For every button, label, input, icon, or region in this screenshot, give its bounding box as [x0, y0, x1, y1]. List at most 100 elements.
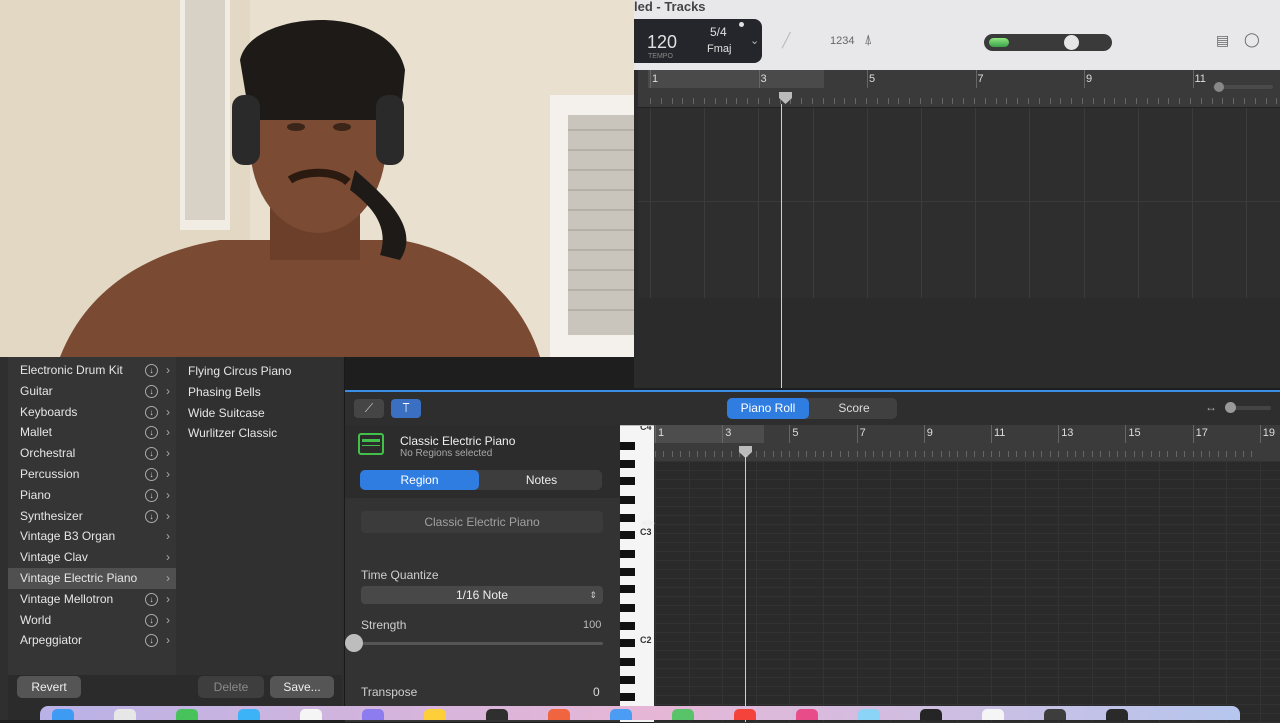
black-key[interactable] [620, 442, 635, 450]
black-key[interactable] [620, 658, 635, 666]
dock-app-icon[interactable] [300, 709, 322, 720]
black-key[interactable] [620, 477, 635, 485]
zoom-knob[interactable] [1214, 82, 1224, 92]
dock-app-icon[interactable] [52, 709, 74, 720]
loop-browser-icon[interactable]: ◯ [1244, 31, 1260, 48]
download-icon[interactable]: ↓ [145, 468, 158, 481]
download-icon[interactable]: ↓ [145, 634, 158, 648]
dock-app-icon[interactable] [734, 709, 756, 720]
notepad-icon[interactable]: ▤ [1216, 32, 1229, 49]
download-icon[interactable]: ↓ [145, 509, 158, 523]
tuner-icon[interactable]: ╱ [782, 32, 790, 49]
dock-app-icon[interactable] [610, 709, 632, 720]
library-category-item[interactable]: Mallet ↓ › [8, 422, 176, 443]
black-key[interactable] [620, 604, 635, 612]
black-key[interactable] [620, 531, 635, 539]
ruler-minor-tick [1200, 98, 1202, 104]
library-category-item[interactable]: Guitar ↓ › [8, 381, 176, 402]
tracks-ruler[interactable]: 1 3 5 7 9 11 [638, 70, 1280, 108]
library-preset-item[interactable]: Wurlitzer Classic [188, 426, 277, 440]
library-category-item[interactable]: Vintage Electric Piano › [8, 568, 176, 589]
ruler-minor-tick [1150, 451, 1152, 457]
download-icon[interactable]: ↓ [145, 488, 158, 502]
dock-app-icon[interactable] [486, 709, 508, 720]
dock-app-icon[interactable] [920, 709, 942, 720]
dock-app-icon[interactable] [176, 709, 198, 720]
dock-app-icon[interactable] [672, 709, 694, 720]
download-icon[interactable]: ↓ [145, 592, 158, 606]
ruler-minor-tick [1146, 98, 1148, 104]
download-icon[interactable]: ↓ [145, 447, 158, 461]
black-key[interactable] [620, 676, 635, 684]
time-quantize-select[interactable]: 1/16 Note ⇕ [361, 586, 603, 604]
master-volume-knob[interactable] [1064, 35, 1079, 50]
library-category-item[interactable]: Vintage Clav › [8, 547, 176, 568]
piano-keyboard[interactable]: C4 C3 C2 [620, 422, 654, 722]
dock-app-icon[interactable] [424, 709, 446, 720]
strength-knob[interactable] [345, 634, 363, 652]
dock-app-icon[interactable] [238, 709, 260, 720]
strength-slider[interactable] [361, 642, 603, 645]
black-key[interactable] [620, 585, 635, 593]
tab-piano-roll[interactable]: Piano Roll [727, 398, 809, 419]
lcd-display[interactable]: 120 TEMPO 5/4 Fmaj ⌄ [634, 19, 762, 63]
black-key[interactable] [620, 514, 635, 522]
delete-button[interactable]: Delete [198, 676, 264, 698]
library-category-item[interactable]: Orchestral ↓ › [8, 443, 176, 464]
download-icon[interactable]: ↓ [145, 613, 158, 627]
master-volume-slider[interactable] [984, 34, 1112, 51]
library-category-item[interactable]: Percussion ↓ › [8, 464, 176, 485]
library-category-item[interactable]: Vintage B3 Organ › [8, 526, 176, 547]
pencil-tool-icon[interactable]: ⟋ [354, 399, 384, 418]
tab-notes[interactable]: Notes [481, 470, 602, 490]
library-category-item[interactable]: Vintage Mellotron ↓ › [8, 589, 176, 610]
dock-app-icon[interactable] [982, 709, 1004, 720]
library-category-item[interactable]: World ↓ › [8, 610, 176, 631]
dock-app-icon[interactable] [548, 709, 570, 720]
library-preset-item[interactable]: Flying Circus Piano [188, 364, 291, 378]
transpose-value[interactable]: 0 [593, 685, 600, 699]
inspector-tabs[interactable]: Region Notes [360, 470, 602, 490]
piano-roll-grid[interactable] [654, 461, 1280, 723]
region-name-field[interactable]: Classic Electric Piano [361, 511, 603, 533]
snap-tool-icon[interactable]: ⟙ [391, 399, 421, 418]
black-key[interactable] [620, 622, 635, 630]
download-icon[interactable]: ↓ [145, 405, 158, 419]
save-button[interactable]: Save... [270, 676, 334, 698]
black-key[interactable] [620, 639, 635, 647]
count-in-button[interactable]: 1234 [830, 35, 854, 47]
black-key[interactable] [620, 693, 635, 701]
tab-region[interactable]: Region [360, 470, 479, 490]
metronome-icon[interactable]: ⍋ [864, 31, 872, 48]
chevron-down-icon[interactable]: ⌄ [750, 34, 759, 47]
library-preset-item[interactable]: Wide Suitcase [188, 406, 265, 420]
revert-button[interactable]: Revert [17, 676, 81, 698]
library-category-item[interactable]: Piano ↓ › [8, 485, 176, 506]
library-preset-item[interactable]: Phasing Bells [188, 385, 261, 399]
library-category-item[interactable]: Electronic Drum Kit ↓ › [8, 360, 176, 381]
download-icon[interactable]: ↓ [145, 384, 158, 398]
library-category-item[interactable]: Arpeggiator ↓ › [8, 630, 176, 651]
dock-app-icon[interactable] [114, 709, 136, 720]
dock-app-icon[interactable] [362, 709, 384, 720]
dock-app-icon[interactable] [1106, 709, 1128, 720]
library-category-item[interactable]: Synthesizer ↓ › [8, 506, 176, 527]
dock-app-icon[interactable] [1044, 709, 1066, 720]
horizontal-zoom-knob[interactable] [1225, 402, 1236, 413]
key-signature[interactable]: Fmaj [707, 43, 731, 55]
dock-app-icon[interactable] [858, 709, 880, 720]
tracks-grid[interactable] [638, 108, 1280, 298]
time-signature[interactable]: 5/4 [710, 25, 727, 39]
download-icon[interactable]: ↓ [145, 364, 158, 377]
black-key[interactable] [620, 568, 635, 576]
tab-score[interactable]: Score [813, 398, 895, 419]
editor-mode-switch[interactable]: Piano Roll Score [727, 398, 897, 419]
library-category-item[interactable]: Keyboards ↓ › [8, 402, 176, 423]
track-divider [638, 201, 1280, 202]
black-key[interactable] [620, 496, 635, 504]
download-icon[interactable]: ↓ [145, 426, 158, 440]
tempo-value[interactable]: 120 [647, 32, 677, 53]
black-key[interactable] [620, 550, 635, 558]
black-key[interactable] [620, 460, 635, 468]
dock-app-icon[interactable] [796, 709, 818, 720]
